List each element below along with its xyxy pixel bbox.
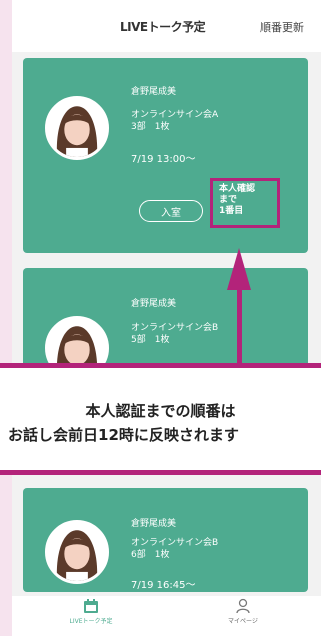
- bottom-tab-bar: LIVEトーク予定 マイページ: [12, 596, 321, 636]
- calendar-icon: [84, 599, 98, 613]
- event-title: オンラインサイン会B: [131, 538, 219, 548]
- enter-room-button[interactable]: 入室: [139, 200, 203, 222]
- annotation-arrow-head: [227, 248, 251, 290]
- notice-banner: 本人認証までの順番は お話し会前日12時に反映されます: [0, 363, 321, 475]
- avatar: [45, 96, 109, 160]
- event-title: オンラインサイン会A: [131, 110, 219, 120]
- app-header: LIVEトーク予定 順番更新: [12, 0, 321, 52]
- refresh-order-button[interactable]: 順番更新: [260, 19, 304, 35]
- event-card[interactable]: 倉野尾成美 オンラインサイン会A 3部 1枚 7/19 13:00〜 入室 本人…: [23, 58, 308, 253]
- queue-status-line: 本人確認: [219, 184, 256, 194]
- event-detail: 6部 1枚: [131, 550, 170, 560]
- performer-name: 倉野尾成美: [131, 299, 177, 309]
- event-detail: 5部 1枚: [131, 335, 170, 345]
- avatar: [45, 520, 109, 584]
- person-icon: [236, 598, 250, 614]
- notice-text: 本人認証までの順番は: [85, 402, 236, 420]
- queue-status-line: 1番目: [219, 206, 244, 216]
- queue-status-line: まで: [219, 195, 238, 205]
- notice-text: お話し会前日12時に反映されます: [8, 426, 239, 444]
- event-card[interactable]: 倉野尾成美 オンラインサイン会B 6部 1枚 7/19 16:45〜: [23, 488, 308, 592]
- tab-label: マイページ: [228, 618, 258, 625]
- app-screen: LIVEトーク予定 順番更新 倉野尾成美 オンラインサイン会A 3部 1枚 7/…: [12, 0, 321, 636]
- tab-my-page[interactable]: マイページ: [188, 598, 298, 625]
- queue-status-box: 本人確認 まで 1番目: [210, 178, 280, 228]
- notice-panel: 本人認証までの順番は お話し会前日12時に反映されます: [0, 368, 321, 470]
- tab-live-talk-schedule[interactable]: LIVEトーク予定: [36, 598, 146, 625]
- event-time: 7/19 13:00〜: [131, 154, 196, 165]
- event-detail: 3部 1枚: [131, 122, 170, 132]
- event-time: 7/19 16:45〜: [131, 580, 196, 591]
- tab-label: LIVEトーク予定: [69, 618, 113, 625]
- performer-name: 倉野尾成美: [131, 87, 177, 97]
- performer-name: 倉野尾成美: [131, 519, 177, 529]
- page-title: LIVEトーク予定: [120, 20, 206, 34]
- event-title: オンラインサイン会B: [131, 323, 219, 333]
